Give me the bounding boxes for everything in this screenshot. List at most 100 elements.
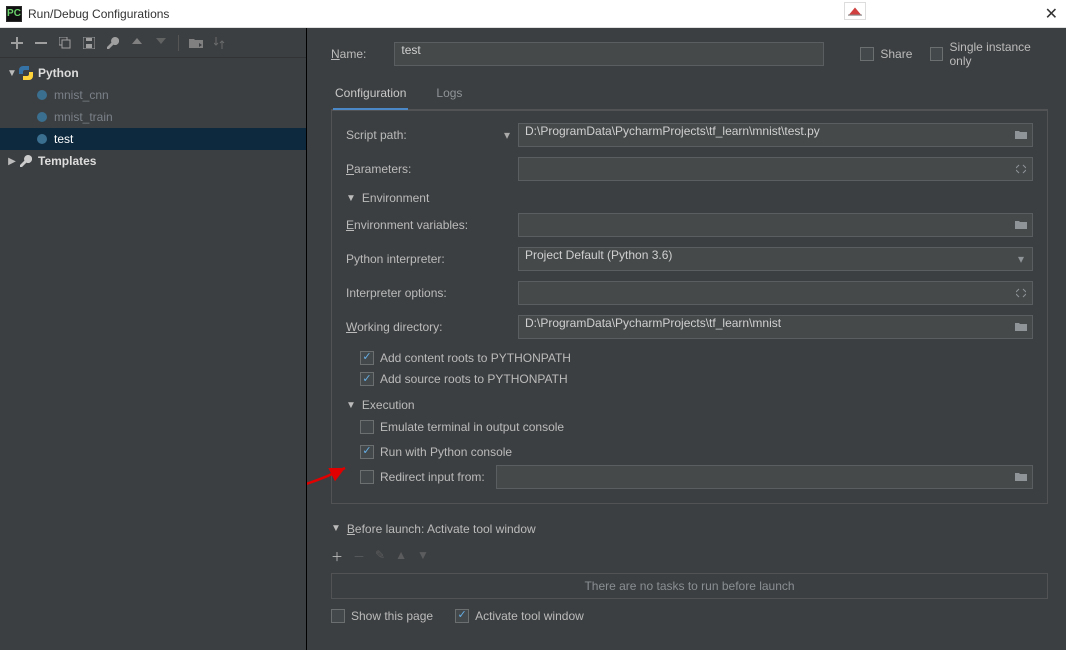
execution-section-header[interactable]: ▼ Execution: [346, 398, 1033, 412]
single-instance-label: Single instance only: [949, 40, 1048, 68]
tree-label: Templates: [38, 154, 96, 168]
edit-icon[interactable]: ✎: [375, 548, 385, 565]
add-source-roots-label: Add source roots to PYTHONPATH: [380, 372, 568, 386]
expand-icon[interactable]: [1014, 162, 1028, 176]
parameters-input[interactable]: [518, 157, 1033, 181]
working-directory-input[interactable]: D:\ProgramData\PycharmProjects\tf_learn\…: [518, 315, 1033, 339]
name-value: test: [401, 43, 420, 57]
script-path-input[interactable]: D:\ProgramData\PycharmProjects\tf_learn\…: [518, 123, 1033, 147]
titlebar: PC Run/Debug Configurations ✕: [0, 0, 1066, 28]
chevron-down-icon[interactable]: ▾: [496, 128, 518, 142]
script-path-value: D:\ProgramData\PycharmProjects\tf_learn\…: [525, 124, 820, 138]
chevron-down-icon: ▼: [346, 400, 356, 411]
share-checkbox[interactable]: Share: [860, 47, 912, 61]
sort-icon[interactable]: [213, 36, 227, 50]
save-icon[interactable]: [82, 36, 96, 50]
tree-label: mnist_train: [54, 110, 113, 124]
checkbox-icon: [930, 47, 943, 61]
show-this-page-label: Show this page: [351, 609, 433, 623]
checkbox-icon: [360, 445, 374, 459]
activate-tool-window-checkbox[interactable]: Activate tool window: [455, 609, 584, 623]
parameters-label: Parameters:: [346, 162, 496, 176]
chevron-down-icon: ▼: [346, 193, 356, 204]
share-label: Share: [880, 47, 912, 61]
name-label: Name:: [331, 47, 366, 61]
folder-icon[interactable]: [1014, 218, 1028, 232]
minus-icon[interactable]: [34, 36, 48, 50]
run-python-console-label: Run with Python console: [380, 445, 512, 459]
python-icon: [34, 89, 50, 101]
folder-icon[interactable]: [1014, 470, 1028, 484]
python-icon: [34, 111, 50, 123]
close-icon[interactable]: ✕: [1045, 4, 1058, 24]
python-interpreter-select[interactable]: Project Default (Python 3.6) ▾: [518, 247, 1033, 271]
plus-icon[interactable]: [10, 36, 24, 50]
tab-logs[interactable]: Logs: [434, 80, 464, 109]
single-instance-checkbox[interactable]: Single instance only: [930, 40, 1048, 68]
environment-section-header[interactable]: ▼ Environment: [346, 191, 1033, 205]
before-launch-header[interactable]: ▼ Before launch: Activate tool window: [331, 522, 1048, 536]
left-panel: ▼ Python mnist_cnn mnist_train test: [0, 28, 307, 650]
chevron-down-icon: ▼: [6, 68, 18, 79]
activate-tool-window-label: Activate tool window: [475, 609, 584, 623]
config-tree: ▼ Python mnist_cnn mnist_train test: [0, 58, 306, 650]
working-directory-value: D:\ProgramData\PycharmProjects\tf_learn\…: [525, 316, 781, 330]
configuration-panel: Script path: ▾ D:\ProgramData\PycharmPro…: [331, 110, 1048, 504]
env-variables-input[interactable]: [518, 213, 1033, 237]
env-variables-label: Environment variables:: [346, 218, 496, 232]
before-launch-section: ▼ Before launch: Activate tool window ＋ …: [331, 522, 1048, 623]
app-logo: PC: [6, 6, 22, 22]
checkbox-icon: [360, 372, 374, 386]
interpreter-options-input[interactable]: [518, 281, 1033, 305]
chevron-down-icon[interactable]: ▾: [1014, 252, 1028, 266]
script-path-label: Script path:: [346, 128, 496, 142]
minus-icon[interactable]: －: [353, 548, 365, 565]
add-source-roots-checkbox[interactable]: Add source roots to PYTHONPATH: [360, 372, 568, 386]
shield-badge: [844, 2, 866, 20]
emulate-terminal-checkbox[interactable]: Emulate terminal in output console: [360, 420, 564, 434]
up-icon[interactable]: [130, 36, 144, 50]
chevron-down-icon: ▼: [331, 523, 341, 534]
python-icon: [34, 133, 50, 145]
before-launch-toolbar: ＋ － ✎ ▲ ▼: [331, 544, 1048, 569]
tree-node-python[interactable]: ▼ Python: [0, 62, 306, 84]
checkbox-icon: [455, 609, 469, 623]
tree-item-mnist-cnn[interactable]: mnist_cnn: [0, 84, 306, 106]
up-icon[interactable]: ▲: [395, 548, 407, 565]
redirect-input-path[interactable]: [496, 465, 1033, 489]
tree-node-templates[interactable]: ▶ Templates: [0, 150, 306, 172]
expand-icon[interactable]: [1014, 286, 1028, 300]
show-this-page-checkbox[interactable]: Show this page: [331, 609, 433, 623]
folder-move-icon[interactable]: [189, 36, 203, 50]
toolbar-separator: [178, 35, 179, 51]
add-content-roots-label: Add content roots to PYTHONPATH: [380, 351, 571, 365]
tab-configuration[interactable]: Configuration: [333, 80, 408, 110]
redirect-input-checkbox[interactable]: Redirect input from:: [360, 470, 496, 484]
right-panel: Name: test Share Single instance only Co…: [307, 28, 1066, 650]
tree-item-mnist-train[interactable]: mnist_train: [0, 106, 306, 128]
python-interpreter-value: Project Default (Python 3.6): [525, 248, 672, 262]
tree-item-test[interactable]: test: [0, 128, 306, 150]
name-input[interactable]: test: [394, 42, 824, 66]
left-toolbar: [0, 28, 306, 58]
down-icon[interactable]: [154, 36, 168, 50]
checkbox-icon: [860, 47, 874, 61]
tree-label: Python: [38, 66, 79, 80]
interpreter-options-label: Interpreter options:: [346, 286, 496, 300]
copy-icon[interactable]: [58, 36, 72, 50]
python-icon: [18, 66, 34, 80]
window-title: Run/Debug Configurations: [28, 7, 169, 21]
python-interpreter-label: Python interpreter:: [346, 252, 496, 266]
before-launch-empty: There are no tasks to run before launch: [331, 573, 1048, 599]
checkbox-icon: [360, 351, 374, 365]
plus-icon[interactable]: ＋: [331, 548, 343, 565]
config-tabs: Configuration Logs: [331, 80, 1048, 110]
add-content-roots-checkbox[interactable]: Add content roots to PYTHONPATH: [360, 351, 571, 365]
chevron-right-icon: ▶: [6, 156, 18, 167]
run-python-console-checkbox[interactable]: Run with Python console: [360, 445, 512, 459]
down-icon[interactable]: ▼: [417, 548, 429, 565]
wrench-icon[interactable]: [106, 36, 120, 50]
working-directory-label: Working directory:: [346, 320, 496, 334]
folder-icon[interactable]: [1014, 320, 1028, 334]
folder-icon[interactable]: [1014, 128, 1028, 142]
